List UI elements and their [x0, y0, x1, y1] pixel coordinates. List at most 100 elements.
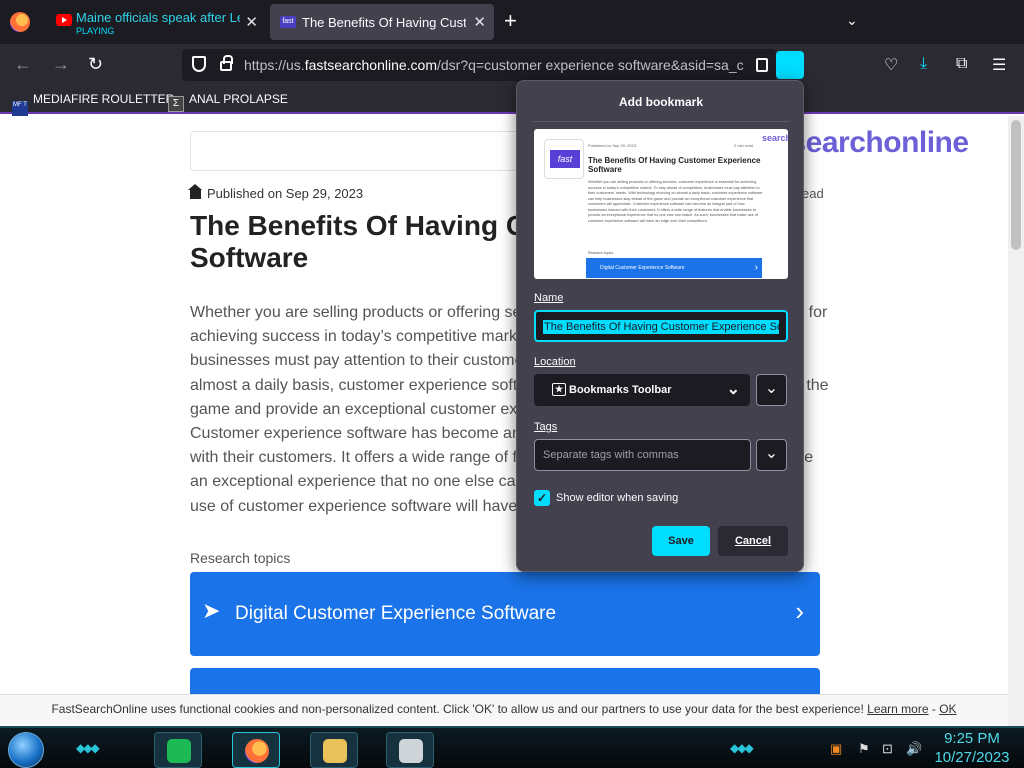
chevron-right-icon: ›	[795, 596, 804, 626]
bookmarks-toolbar-icon: ★	[552, 383, 566, 396]
divider	[533, 121, 789, 122]
bookmark-page-icon: Σ	[168, 96, 184, 112]
extensions-icon[interactable]: ⧉	[956, 55, 967, 73]
show-editor-checkbox[interactable]: ✓	[534, 490, 550, 506]
url-prefix: https://us.	[244, 57, 305, 73]
shield-icon[interactable]	[192, 56, 206, 72]
cancel-button[interactable]: Cancel	[718, 526, 788, 556]
location-value: Bookmarks Toolbar	[569, 384, 672, 396]
research-topic-link[interactable]: ➤ Digital Customer Experience Software ›	[190, 572, 820, 656]
network-icon[interactable]: ⊡	[882, 741, 893, 757]
list-all-tabs-button[interactable]: ⌄	[846, 12, 858, 29]
taskbar-app-notes[interactable]	[154, 732, 202, 768]
topic-label: Digital Customer Experience Software	[235, 603, 557, 624]
back-button[interactable]: ←	[14, 53, 32, 75]
learn-more-link[interactable]: Learn more	[867, 702, 928, 716]
preview-research-label: Research topics	[588, 251, 614, 255]
mediafire-icon: MF T	[12, 101, 28, 117]
bookmark-name-input[interactable]: The Benefits Of Having Customer Experien…	[534, 310, 788, 342]
printer-icon	[399, 739, 423, 763]
tray-app-icon[interactable]: ▣	[830, 741, 842, 757]
location-select[interactable]: ★ Bookmarks Toolbar ⌄	[534, 374, 750, 406]
expand-tags-button[interactable]: ⌄	[756, 439, 787, 471]
name-label-text: Name	[534, 292, 564, 304]
close-tab-icon[interactable]: ✕	[245, 13, 258, 31]
taskbar-app-explorer[interactable]	[310, 732, 358, 768]
url-text[interactable]: https://us.fastsearchonline.com/dsr?q=cu…	[244, 57, 744, 73]
new-tab-button[interactable]: +	[504, 9, 517, 33]
pocket-icon[interactable]: ♡	[884, 55, 898, 75]
cookie-text: FastSearchOnline uses functional cookies…	[51, 702, 864, 716]
expand-folders-button[interactable]: ⌄	[756, 374, 787, 406]
tab-fastsearch[interactable]: fast The Benefits Of Having Customer Exp…	[270, 4, 494, 40]
tab-title: Maine officials speak after Lewiston	[76, 10, 240, 25]
chevron-down-icon: ⌄	[726, 381, 740, 398]
tab-strip: Maine officials speak after Lewiston PLA…	[0, 0, 1024, 44]
tab-youtube[interactable]: Maine officials speak after Lewiston PLA…	[44, 4, 266, 40]
page-preview-thumbnail: search Published on Sep 29, 2023 2 min r…	[534, 129, 788, 279]
start-button[interactable]	[8, 732, 44, 768]
save-button[interactable]: Save	[652, 526, 710, 556]
firefox-icon[interactable]	[10, 12, 30, 32]
bookmark-item[interactable]: Σ ANAL PROLAPSE	[168, 92, 288, 112]
reload-button[interactable]: ↻	[88, 53, 103, 75]
chevron-down-icon: ⌄	[764, 380, 779, 397]
clock-time: 9:25 PM	[944, 730, 1000, 747]
taskbar-app-printer[interactable]	[386, 732, 434, 768]
cookie-separator: -	[931, 702, 936, 716]
bookmark-item[interactable]: MF T MEDIAFIRE ROULETTER	[12, 92, 174, 117]
reader-view-icon[interactable]	[756, 58, 768, 72]
location-label: Location	[534, 356, 576, 368]
read-time: ead	[802, 186, 824, 201]
published-text: Published on Sep 29, 2023	[207, 186, 364, 201]
url-bar[interactable]: https://us.fastsearchonline.com/dsr?q=cu…	[182, 49, 776, 81]
preview-date: Published on Sep 29, 2023	[588, 143, 637, 148]
url-path: /dsr?q=customer experience software&asid…	[437, 57, 744, 73]
show-editor-label[interactable]: Show editor when saving	[556, 492, 678, 504]
preview-title: The Benefits Of Having Customer Experien…	[588, 156, 761, 174]
cookie-ok-link[interactable]: OK	[939, 702, 956, 716]
published-date: Published on Sep 29, 2023	[188, 184, 364, 201]
add-bookmark-panel: Add bookmark search Published on Sep 29,…	[516, 80, 804, 572]
research-topic-link[interactable]	[190, 668, 820, 694]
name-value: The Benefits Of Having Customer Experien…	[543, 320, 779, 334]
clock-date: 10/27/2023	[934, 749, 1010, 766]
system-clock[interactable]: 9:25 PM 10/27/2023	[932, 729, 1012, 767]
cookie-banner: FastSearchOnline uses functional cookies…	[0, 694, 1008, 724]
flag-icon[interactable]: ⚑	[858, 741, 870, 757]
bookmark-label: MEDIAFIRE ROULETTER	[33, 92, 175, 106]
preview-topic: Digital Customer Experience Software	[586, 258, 762, 278]
taskbar-decoration: ◆◆◆	[76, 741, 100, 755]
taskbar-app-firefox[interactable]	[232, 732, 280, 768]
site-logo[interactable]: tsearchonline	[780, 126, 969, 160]
scrollbar-thumb[interactable]	[1011, 120, 1021, 250]
lock-icon[interactable]	[220, 55, 233, 71]
bookmark-star-button[interactable]	[776, 51, 804, 79]
tags-input[interactable]	[534, 439, 751, 471]
download-icon[interactable]: ⤓	[920, 55, 927, 73]
logo-text: searchonline	[789, 126, 970, 159]
tags-label-text: Tags	[534, 421, 558, 433]
chevron-down-icon: ⌄	[764, 445, 779, 462]
arrow-icon: ➤	[202, 598, 221, 623]
web-page: ⌕ tsearchonline Published on Sep 29, 202…	[0, 116, 1008, 694]
menu-icon[interactable]: ☰	[992, 55, 1006, 75]
tab-playing-status: PLAYING	[76, 26, 115, 36]
taskbar: ◆◆◆ ◆◆◆ ▣ ⚑ ⊡ 🔊 9:25 PM 10/27/2023	[0, 726, 1024, 768]
research-topics-label: Research topics	[190, 550, 291, 566]
bookmarks-toolbar: MF T MEDIAFIRE ROULETTER Σ ANAL PROLAPSE	[0, 86, 1024, 117]
preview-logo	[544, 139, 584, 179]
volume-icon[interactable]: 🔊	[906, 741, 922, 757]
close-tab-icon[interactable]: ✕	[473, 13, 486, 31]
tags-label: Tags	[534, 421, 557, 433]
site-search-box[interactable]	[190, 131, 550, 171]
preview-brand: search	[762, 133, 788, 143]
preview-read-time: 2 min read	[734, 143, 753, 148]
name-label: Name	[534, 292, 563, 304]
location-label-text: Location	[534, 356, 576, 368]
forward-button[interactable]: →	[52, 53, 70, 75]
preview-text: Whether you are selling products or offe…	[588, 180, 763, 223]
bookmark-label: ANAL PROLAPSE	[189, 92, 288, 106]
navigation-toolbar: ← → ↻ https://us.fastsearchonline.com/ds…	[0, 44, 1024, 86]
panel-title: Add bookmark	[618, 95, 703, 109]
